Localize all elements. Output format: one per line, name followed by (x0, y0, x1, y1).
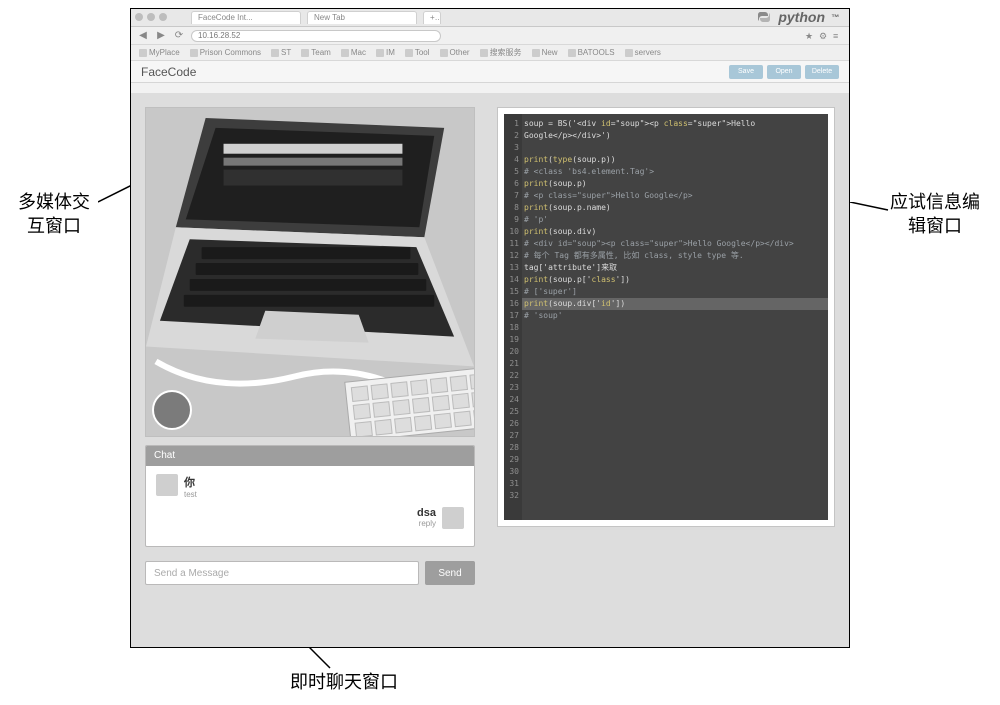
code-text: soup = BS('<div id="soup"><p class="supe… (524, 118, 824, 322)
bookmark-item[interactable]: Mac (341, 48, 366, 57)
code-editor[interactable]: 1234567891011121314151617181920212223242… (504, 114, 828, 520)
tab-facecode[interactable]: FaceCode Int... (191, 11, 301, 24)
right-column: 1234567891011121314151617181920212223242… (497, 107, 835, 633)
chat-message-right: dsa reply (156, 507, 464, 529)
left-column: Chat 你 test dsa reply (145, 107, 475, 633)
back-icon[interactable]: ◀ (137, 30, 149, 42)
laptop-image (146, 108, 474, 436)
url-toolbar: ◀ ▶ ⟳ 10.16.28.52 ★ ⚙ ≡ (131, 27, 849, 45)
maximize-icon[interactable] (159, 13, 167, 21)
label-multimedia: 多媒体交 互窗口 (4, 190, 104, 239)
browser-tabs: FaceCode Int... New Tab + (191, 11, 441, 24)
chat-window: Chat 你 test dsa reply (145, 445, 475, 547)
bookmarks-bar: MyPlace Prison Commons ST Team Mac IM To… (131, 45, 849, 61)
save-button[interactable]: Save (729, 65, 763, 79)
bookmark-item[interactable]: BATOOLS (568, 48, 615, 57)
chat-body: 你 test dsa reply (146, 466, 474, 546)
avatar (442, 507, 464, 529)
code-editor-window[interactable]: 1234567891011121314151617181920212223242… (497, 107, 835, 527)
star-icon[interactable]: ★ (805, 31, 815, 41)
bookmark-item[interactable]: New (532, 48, 558, 57)
window-controls[interactable] (135, 13, 167, 21)
page-title: FaceCode (141, 65, 196, 79)
bookmark-item[interactable]: Other (440, 48, 470, 57)
tab-newtab[interactable]: New Tab (307, 11, 417, 24)
chat-meta: test (184, 490, 197, 499)
send-button[interactable]: Send (425, 561, 475, 585)
label-editor: 应试信息编 辑窗口 (880, 190, 990, 239)
bookmark-item[interactable]: Tool (405, 48, 430, 57)
chat-header: Chat (146, 446, 474, 466)
bookmark-item[interactable]: MyPlace (139, 48, 180, 57)
python-icon (756, 10, 772, 24)
chat-message-left: 你 test (156, 474, 464, 499)
forward-icon[interactable]: ▶ (155, 30, 167, 42)
bookmark-item[interactable]: servers (625, 48, 661, 57)
delete-button[interactable]: Delete (805, 65, 839, 79)
bookmark-item[interactable]: ST (271, 48, 291, 57)
url-input[interactable]: 10.16.28.52 (191, 30, 441, 42)
python-logo: python™ (756, 9, 839, 25)
bookmark-item[interactable]: Prison Commons (190, 48, 261, 57)
close-icon[interactable] (135, 13, 143, 21)
menu-icon[interactable]: ≡ (833, 31, 843, 41)
bookmark-item[interactable]: Team (301, 48, 331, 57)
open-button[interactable]: Open (767, 65, 801, 79)
code-gutter: 1234567891011121314151617181920212223242… (504, 114, 522, 520)
chat-name: dsa (417, 507, 436, 519)
bookmark-item[interactable]: 搜索服务 (480, 47, 522, 58)
gear-icon[interactable]: ⚙ (819, 31, 829, 41)
multimedia-window[interactable] (145, 107, 475, 437)
avatar[interactable] (152, 390, 192, 430)
titlebar: FaceCode Int... New Tab + python™ (131, 9, 849, 27)
chat-meta: reply (419, 519, 436, 528)
tab-plus[interactable]: + (423, 11, 441, 24)
chat-input-row: Send a Message Send (145, 561, 475, 585)
chat-name: 你 (184, 474, 197, 490)
avatar (156, 474, 178, 496)
callout-line-editor (850, 202, 890, 222)
app-content: Chat 你 test dsa reply (131, 93, 849, 647)
reload-icon[interactable]: ⟳ (173, 30, 185, 42)
browser-window: FaceCode Int... New Tab + python™ ◀ ▶ ⟳ … (130, 8, 850, 648)
chat-input[interactable]: Send a Message (145, 561, 419, 585)
app-header: FaceCode Save Open Delete (131, 61, 849, 83)
bookmark-item[interactable]: IM (376, 48, 395, 57)
minimize-icon[interactable] (147, 13, 155, 21)
label-chat: 即时聊天窗口 (264, 670, 424, 694)
